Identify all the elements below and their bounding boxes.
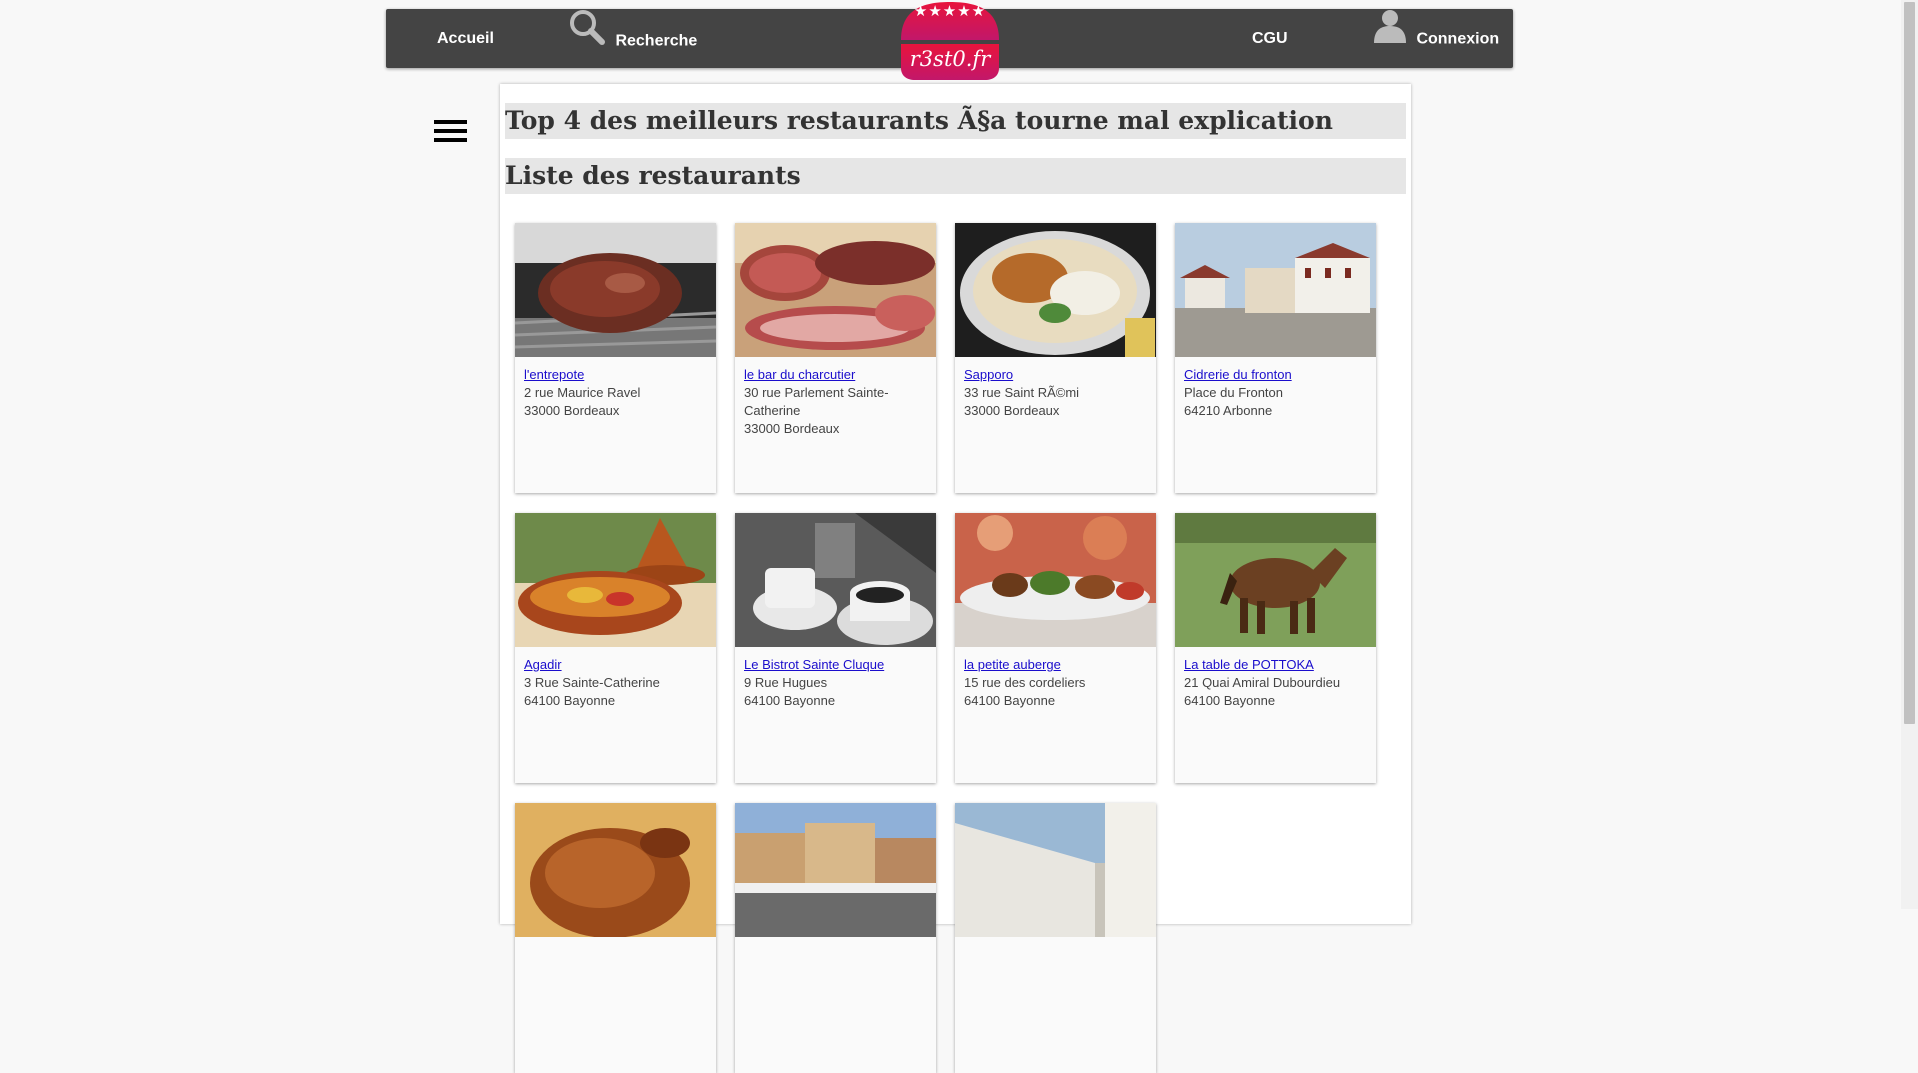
restaurant-name-link[interactable]: Sapporo (964, 366, 1147, 384)
restaurant-city: 33000 Bordeaux (964, 403, 1060, 418)
restaurant-name-link[interactable]: La table de POTTOKA (1184, 656, 1367, 674)
restaurant-card[interactable]: Sapporo 33 rue Saint RÃ©mi 33000 Bordeau… (955, 223, 1156, 493)
logo-text: r3st0.fr (909, 47, 991, 71)
tapas-plate-photo (955, 513, 1156, 647)
restaurant-info: Le Bistrot Sainte Cluque 9 Rue Hugues 64… (735, 647, 936, 710)
restaurant-card[interactable] (955, 803, 1156, 1073)
scrollbar-thumb[interactable] (1904, 2, 1915, 724)
restaurant-address: 15 rue des cordeliers (964, 675, 1086, 690)
nav-home-link[interactable]: Accueil (437, 9, 494, 68)
restaurant-name-link[interactable]: Cidrerie du fronton (1184, 366, 1367, 384)
restaurant-name-link[interactable]: Agadir (524, 656, 707, 674)
hamburger-bar (434, 129, 467, 133)
restaurant-address: 9 Rue Hugues (744, 675, 828, 690)
restaurant-city: 64100 Bayonne (744, 693, 836, 708)
restaurant-city: 64100 Bayonne (964, 693, 1056, 708)
restaurant-info: la petite auberge 15 rue des cordeliers … (955, 647, 1156, 710)
nav-login-label: Connexion (1416, 30, 1500, 48)
nav-home-label: Accueil (437, 30, 494, 47)
hamburger-bar (434, 138, 467, 142)
restaurant-name-link[interactable]: Le Bistrot Sainte Cluque (744, 656, 927, 674)
search-icon (567, 7, 607, 72)
restaurant-name-link[interactable]: l'entrepote (524, 366, 707, 384)
site-logo[interactable]: ★★★★★ r3st0.fr (897, 0, 1003, 81)
roast-chicken-photo (515, 803, 716, 937)
restaurant-city: 33000 Bordeaux (524, 403, 620, 418)
restaurant-list-heading: Liste des restaurants (505, 158, 1406, 194)
restaurant-address: 3 Rue Sainte-Catherine (524, 675, 660, 690)
restaurant-info: Agadir 3 Rue Sainte-Catherine 64100 Bayo… (515, 647, 716, 710)
restaurant-info: Sapporo 33 rue Saint RÃ©mi 33000 Bordeau… (955, 357, 1156, 420)
tajine-photo (515, 513, 716, 647)
hamburger-bar (434, 120, 467, 124)
restaurant-info: La table de POTTOKA 21 Quai Amiral Dubou… (1175, 647, 1376, 710)
charcuterie-photo (735, 223, 936, 357)
nav-cgu-label: CGU (1252, 30, 1288, 47)
restaurant-address: 2 rue Maurice Ravel (524, 385, 641, 400)
town-square-photo (735, 803, 936, 937)
restaurant-card[interactable]: La table de POTTOKA 21 Quai Amiral Dubou… (1175, 513, 1376, 783)
restaurant-card[interactable]: la petite auberge 15 rue des cordeliers … (955, 513, 1156, 783)
restaurant-card[interactable]: Le Bistrot Sainte Cluque 9 Rue Hugues 64… (735, 513, 936, 783)
restaurant-city: 33000 Bordeaux (744, 421, 840, 436)
restaurant-card[interactable] (735, 803, 936, 1073)
rice-bowl-photo (955, 223, 1156, 357)
user-icon (1372, 7, 1408, 68)
hamburger-menu-icon[interactable] (434, 120, 467, 142)
restaurant-address: 33 rue Saint RÃ©mi (964, 385, 1080, 400)
nav-cgu-link[interactable]: CGU (1252, 9, 1288, 68)
nav-search-label: Recherche (615, 32, 698, 50)
restaurant-card[interactable]: Agadir 3 Rue Sainte-Catherine 64100 Bayo… (515, 513, 716, 783)
restaurant-card[interactable]: le bar du charcutier 30 rue Parlement Sa… (735, 223, 936, 493)
restaurant-card[interactable] (515, 803, 716, 1073)
restaurant-card[interactable]: l'entrepote 2 rue Maurice Ravel 33000 Bo… (515, 223, 716, 493)
restaurant-info: Cidrerie du fronton Place du Fronton 642… (1175, 357, 1376, 420)
restaurant-name-link[interactable]: le bar du charcutier (744, 366, 927, 384)
restaurant-address: 30 rue Parlement Sainte-Catherine (744, 385, 889, 418)
pottok-pony-photo (1175, 513, 1376, 647)
restaurant-address: 21 Quai Amiral Dubourdieu (1184, 675, 1341, 690)
logo-stars: ★★★★★ (913, 3, 987, 20)
restaurant-name-link[interactable]: la petite auberge (964, 656, 1147, 674)
nav-search-link[interactable]: Recherche (567, 9, 697, 68)
grilled-steak-photo (515, 223, 716, 357)
page-scrollbar[interactable] (1901, 0, 1918, 909)
nav-login-link[interactable]: Connexion (1372, 9, 1499, 68)
restaurant-card[interactable]: Cidrerie du fronton Place du Fronton 642… (1175, 223, 1376, 493)
top-restaurants-heading: Top 4 des meilleurs restaurants Ã§a tour… (505, 103, 1406, 139)
restaurant-city: 64100 Bayonne (524, 693, 616, 708)
main-content: Top 4 des meilleurs restaurants Ã§a tour… (500, 84, 1411, 1073)
restaurant-info: le bar du charcutier 30 rue Parlement Sa… (735, 357, 936, 438)
restaurant-city: 64210 Arbonne (1184, 403, 1273, 418)
white-wall-alley-photo (955, 803, 1156, 937)
fronton-village-photo (1175, 223, 1376, 357)
restaurant-info: l'entrepote 2 rue Maurice Ravel 33000 Bo… (515, 357, 716, 420)
coffee-cups-photo (735, 513, 936, 647)
restaurant-address: Place du Fronton (1184, 385, 1284, 400)
restaurant-city: 64100 Bayonne (1184, 693, 1276, 708)
